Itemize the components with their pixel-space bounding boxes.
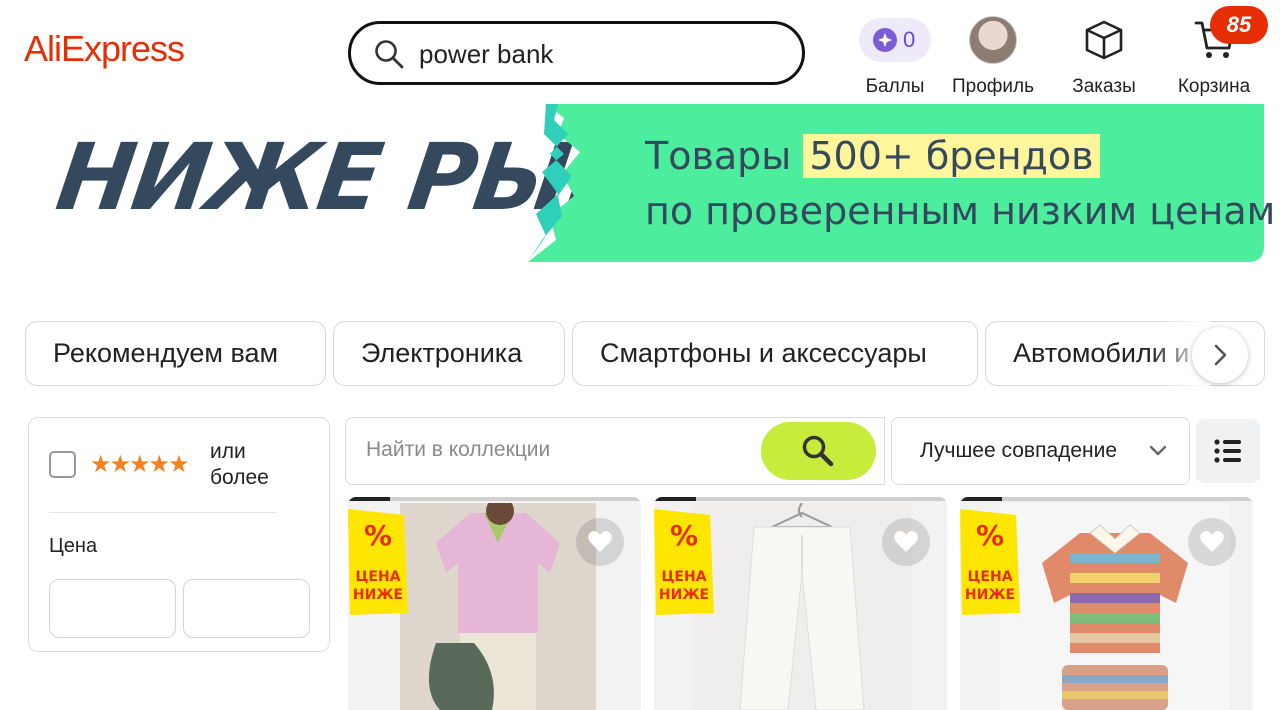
banner-green-panel xyxy=(528,104,1264,262)
promo-line-1: ЦЕНА xyxy=(661,569,707,585)
promo-line-2: НИЖЕ xyxy=(352,587,404,603)
chevron-down-icon xyxy=(1149,445,1167,456)
orders-label: Заказы xyxy=(1072,76,1136,97)
promo-line-1: ЦЕНА xyxy=(967,569,1013,585)
add-to-wishlist-button[interactable] xyxy=(882,518,930,566)
tabs-scroll-right-button[interactable] xyxy=(1192,327,1248,383)
card-top-bar xyxy=(348,497,641,501)
rating-text-line-1: или xyxy=(210,440,246,463)
rating-text-line-2: более xyxy=(210,466,269,489)
promo-banner[interactable]: НИЖЕ РЫНКА Товары 500+ брендов по провер… xyxy=(0,104,1280,262)
banner-line-1: Товары 500+ брендов xyxy=(645,134,1100,178)
sort-dropdown[interactable]: Лучшее совпадение xyxy=(891,417,1190,485)
product-card[interactable]: % ЦЕНА НИЖЕ xyxy=(960,497,1253,710)
promo-percent: % xyxy=(669,519,699,552)
promo-line-2: НИЖЕ xyxy=(964,587,1016,603)
product-image[interactable] xyxy=(692,503,912,710)
promo-percent: % xyxy=(363,519,393,552)
category-tab-smartphones[interactable]: Смартфоны и аксессуары xyxy=(572,321,978,386)
rating-stars-icon: ★★★★★ xyxy=(90,451,190,478)
profile-avatar[interactable] xyxy=(969,16,1017,64)
product-card[interactable]: % ЦЕНА НИЖЕ xyxy=(348,497,641,710)
chevron-right-icon xyxy=(1214,344,1227,366)
heart-icon xyxy=(894,531,918,552)
banner-line-1-prefix: Товары xyxy=(645,134,792,178)
promo-line-1: ЦЕНА xyxy=(355,569,401,585)
view-mode-button[interactable] xyxy=(1196,419,1260,483)
rating-filter-label: или более xyxy=(210,439,269,491)
heart-icon xyxy=(1200,531,1224,552)
price-lower-promo-badge: % ЦЕНА НИЖЕ xyxy=(654,509,714,615)
filter-divider xyxy=(49,512,277,513)
cart-count-badge: 85 xyxy=(1210,6,1268,44)
bonus-label: Баллы xyxy=(865,76,925,97)
sort-label: Лучшее совпадение xyxy=(920,439,1118,462)
price-label: Цена xyxy=(49,535,98,557)
list-view-icon xyxy=(1214,439,1241,463)
add-to-wishlist-button[interactable] xyxy=(576,518,624,566)
add-to-wishlist-button[interactable] xyxy=(1188,518,1236,566)
search-bar[interactable] xyxy=(348,21,805,85)
bonus-coin-icon xyxy=(873,28,897,52)
price-max-input[interactable] xyxy=(183,579,310,638)
banner-line-2: по проверенным низким ценам xyxy=(645,189,1276,233)
category-tab-electronics[interactable]: Электроника xyxy=(333,321,565,386)
search-icon xyxy=(802,435,834,467)
filter-panel: ★★★★★ или более Цена xyxy=(28,417,330,652)
collection-search-button[interactable] xyxy=(761,422,876,480)
product-card[interactable]: % ЦЕНА НИЖЕ xyxy=(654,497,947,710)
promo-line-2: НИЖЕ xyxy=(658,587,710,603)
product-image[interactable] xyxy=(400,503,596,710)
category-tab-recommended[interactable]: Рекомендуем вам xyxy=(25,321,326,386)
price-lower-promo-badge: % ЦЕНА НИЖЕ xyxy=(960,509,1020,615)
aliexpress-logo[interactable]: AliExpress xyxy=(24,26,185,72)
collection-search-placeholder: Найти в коллекции xyxy=(366,438,551,461)
cart-label: Корзина xyxy=(1177,76,1251,97)
promo-percent: % xyxy=(975,519,1005,552)
price-lower-promo-badge: % ЦЕНА НИЖЕ xyxy=(348,509,408,615)
bonus-points-pill[interactable]: 0 xyxy=(859,18,931,62)
search-input[interactable] xyxy=(419,36,779,72)
price-min-input[interactable] xyxy=(49,579,176,638)
profile-label: Профиль xyxy=(951,76,1035,97)
orders-box-icon[interactable] xyxy=(1083,19,1125,61)
rating-checkbox[interactable] xyxy=(49,451,76,478)
banner-highlight: 500+ брендов xyxy=(803,134,1100,178)
card-top-bar xyxy=(960,497,1253,501)
search-icon[interactable] xyxy=(373,38,405,70)
heart-icon xyxy=(588,531,612,552)
header: AliExpress 0 Баллы Профиль Заказы 85 Кор… xyxy=(0,0,1280,100)
card-top-bar xyxy=(654,497,947,501)
bonus-count: 0 xyxy=(903,27,916,52)
